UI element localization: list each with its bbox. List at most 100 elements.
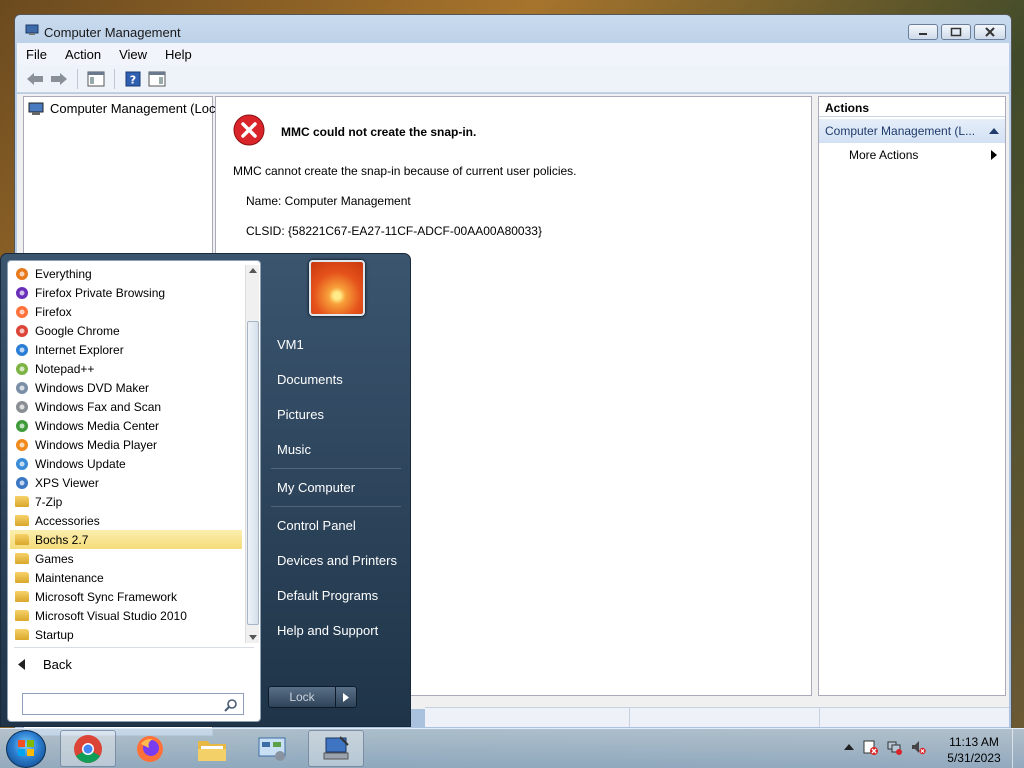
error-message: MMC cannot create the snap-in because of…	[233, 164, 577, 178]
status-cell	[629, 708, 819, 727]
show-hide-tree-button[interactable]	[86, 69, 106, 89]
forward-button[interactable]	[49, 69, 69, 89]
actions-section-computer-management[interactable]: Computer Management (L...	[819, 119, 1005, 143]
program-item[interactable]: Accessories	[10, 511, 242, 530]
folder-icon	[198, 740, 226, 761]
programs-divider	[14, 647, 254, 648]
network-disconnected-icon[interactable]	[886, 739, 902, 755]
help-icon: ?	[125, 71, 141, 86]
all-programs-list: Everything Firefox Private Browsing Firefo…	[10, 264, 242, 644]
user-picture[interactable]	[309, 260, 365, 316]
taskbar-computer-management[interactable]	[308, 730, 364, 767]
firefox-private-icon	[14, 285, 30, 301]
program-item[interactable]: XPS Viewer	[10, 473, 242, 492]
start-item-documents[interactable]: Documents	[277, 372, 343, 387]
xps-viewer-icon	[14, 475, 30, 491]
error-name-line: Name: Computer Management	[246, 194, 411, 208]
title-bar[interactable]: Computer Management	[15, 15, 1011, 43]
taskbar-chrome[interactable]	[60, 730, 116, 767]
start-button[interactable]	[6, 730, 46, 768]
taskbar-firefox[interactable]	[122, 730, 178, 767]
firefox-icon	[137, 735, 163, 762]
taskbar-file-explorer[interactable]	[184, 730, 240, 767]
shutdown-options-button[interactable]	[336, 686, 357, 708]
start-item-pictures[interactable]: Pictures	[277, 407, 324, 422]
back-button[interactable]	[25, 69, 45, 89]
program-item[interactable]: Everything	[10, 264, 242, 283]
program-item[interactable]: Microsoft Sync Framework	[10, 587, 242, 606]
minimize-button[interactable]	[908, 24, 938, 40]
error-title: MMC could not create the snap-in.	[281, 125, 477, 139]
program-label: Accessories	[35, 513, 100, 528]
start-item-devices-printers[interactable]: Devices and Printers	[277, 553, 397, 568]
error-icon	[233, 114, 265, 146]
error-clsid-line: CLSID: {58221C67-EA27-11CF-ADCF-00AA00A8…	[246, 224, 542, 238]
taskbar: 11:13 AM 5/31/2023	[0, 728, 1024, 768]
program-item[interactable]: Windows Fax and Scan	[10, 397, 242, 416]
show-desktop-button[interactable]	[1012, 729, 1024, 768]
start-item-vm1[interactable]: VM1	[277, 337, 304, 352]
program-item[interactable]: Bochs 2.7	[10, 530, 242, 549]
start-item-help-support[interactable]: Help and Support	[277, 623, 378, 638]
program-item[interactable]: Google Chrome	[10, 321, 242, 340]
start-item-default-programs[interactable]: Default Programs	[277, 588, 378, 603]
clock-time: 11:13 AM	[949, 735, 999, 749]
program-label: Games	[35, 551, 74, 566]
program-label: Bochs 2.7	[35, 532, 89, 547]
scroll-down-icon	[249, 635, 257, 640]
folder-shape	[15, 591, 29, 602]
maximize-icon	[950, 27, 962, 37]
back-label: Back	[43, 657, 72, 672]
program-item[interactable]: Startup	[10, 625, 242, 644]
program-item[interactable]: 7-Zip	[10, 492, 242, 511]
program-item[interactable]: Windows Media Player	[10, 435, 242, 454]
close-button[interactable]	[974, 24, 1006, 40]
program-item[interactable]: Firefox Private Browsing	[10, 283, 242, 302]
volume-muted-icon[interactable]	[910, 739, 926, 755]
more-actions-item[interactable]: More Actions	[819, 143, 1005, 167]
program-item[interactable]: Internet Explorer	[10, 340, 242, 359]
menu-help[interactable]: Help	[156, 47, 201, 62]
menu-file[interactable]: File	[17, 47, 56, 62]
tree-item-computer-management[interactable]: Computer Management (Local	[28, 101, 226, 116]
taskbar-control-panel[interactable]	[244, 730, 300, 767]
start-menu-programs-panel: Everything Firefox Private Browsing Firefo…	[7, 260, 261, 722]
programs-scrollbar[interactable]	[245, 265, 259, 643]
system-clock[interactable]: 11:13 AM 5/31/2023	[944, 734, 1004, 766]
search-input[interactable]	[27, 697, 217, 711]
help-button[interactable]: ?	[123, 69, 143, 89]
program-label: Windows Media Center	[35, 418, 160, 433]
menu-view[interactable]: View	[110, 47, 156, 62]
program-item[interactable]: Firefox	[10, 302, 242, 321]
program-item[interactable]: Games	[10, 549, 242, 568]
program-label: Maintenance	[35, 570, 104, 585]
back-button[interactable]: Back	[18, 657, 72, 672]
program-item[interactable]: Windows DVD Maker	[10, 378, 242, 397]
menu-action[interactable]: Action	[56, 47, 110, 62]
program-label: Microsoft Visual Studio 2010	[35, 608, 187, 623]
maximize-button[interactable]	[941, 24, 971, 40]
folder-shape	[15, 496, 29, 507]
folder-icon	[14, 532, 30, 548]
program-label: Startup	[35, 627, 74, 642]
scrollbar-thumb[interactable]	[247, 321, 259, 625]
control-panel-icon	[258, 737, 286, 761]
action-center-alert-icon[interactable]	[862, 739, 878, 755]
folder-icon	[14, 494, 30, 510]
lock-button[interactable]: Lock	[268, 686, 336, 708]
show-hide-action-pane-button[interactable]	[147, 69, 167, 89]
scroll-up-icon	[249, 268, 257, 273]
back-arrow-icon	[27, 72, 43, 85]
program-item[interactable]: Microsoft Visual Studio 2010	[10, 606, 242, 625]
start-item-control-panel[interactable]: Control Panel	[277, 518, 356, 533]
program-item[interactable]: Windows Media Center	[10, 416, 242, 435]
actions-section-label: Computer Management (L...	[825, 124, 976, 138]
program-item[interactable]: Notepad++	[10, 359, 242, 378]
start-item-my-computer[interactable]: My Computer	[277, 480, 355, 495]
program-item[interactable]: Maintenance	[10, 568, 242, 587]
program-item[interactable]: Windows Update	[10, 454, 242, 473]
show-hidden-icons-icon[interactable]	[844, 743, 854, 751]
program-label: Firefox	[35, 304, 72, 319]
start-item-music[interactable]: Music	[277, 442, 311, 457]
search-box[interactable]	[22, 693, 244, 715]
